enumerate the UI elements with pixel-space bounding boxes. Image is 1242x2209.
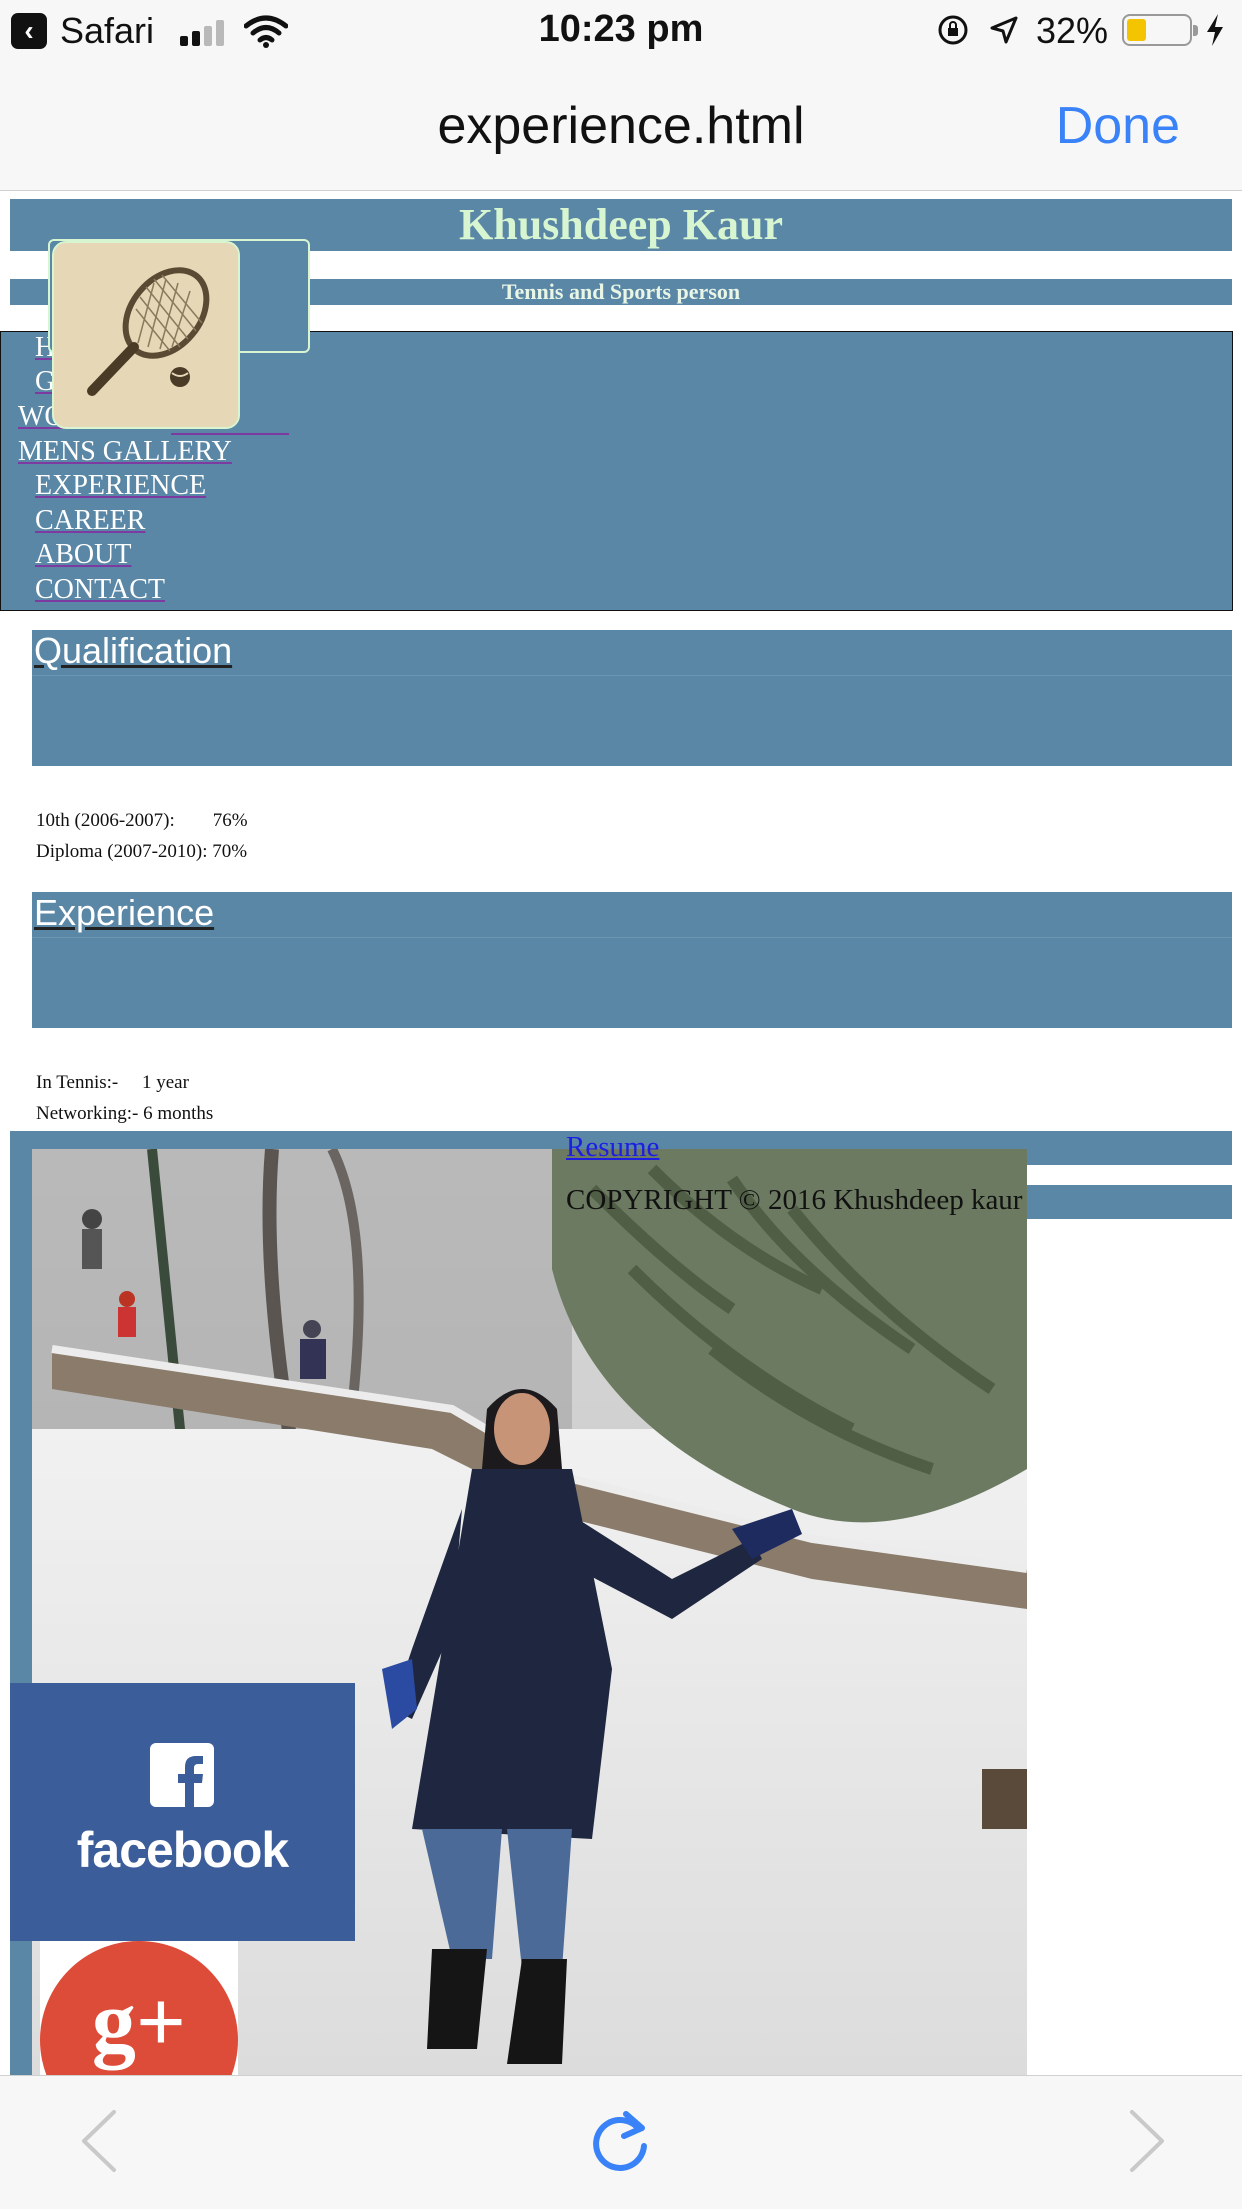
nav-link-underline	[171, 433, 289, 435]
forward-chevron-icon[interactable]	[1110, 2106, 1180, 2176]
facebook-label: facebook	[76, 1822, 290, 1878]
nav-link-experience[interactable]: EXPERIENCE	[35, 470, 206, 502]
divider	[32, 937, 1232, 938]
tennis-racket-icon	[54, 243, 238, 427]
reload-icon[interactable]	[586, 2106, 656, 2176]
battery-icon	[1122, 14, 1198, 46]
safari-toolbar	[0, 2075, 1242, 2209]
web-content: Khushdeep Kaur Tennis and Sports person …	[0, 191, 1242, 2075]
resume-link[interactable]: Resume	[566, 1131, 659, 1164]
qualification-title: Qualification	[34, 630, 233, 671]
nav-link-career[interactable]: CAREER	[35, 505, 145, 537]
battery-percent: 32%	[1036, 10, 1109, 51]
google-plus-icon: g+	[40, 1941, 238, 2075]
qualification-row: 10th (2006-2007): 76%	[36, 810, 248, 831]
svg-text:g+: g+	[92, 1974, 186, 2071]
done-button[interactable]: Done	[1056, 96, 1180, 156]
back-chevron-icon[interactable]	[66, 2106, 136, 2176]
google-plus-button[interactable]: g+	[40, 1941, 238, 2075]
tennis-racket-logo[interactable]	[52, 241, 240, 429]
charging-icon	[1207, 14, 1223, 46]
qualification-row: Diploma (2007-2010): 70%	[36, 841, 248, 862]
location-icon	[990, 16, 1018, 44]
experience-title: Experience	[34, 892, 215, 933]
divider	[32, 675, 1232, 676]
experience-row: In Tennis:- 1 year	[36, 1072, 189, 1093]
nav-link-mens-gallery[interactable]: MENS GALLERY	[18, 436, 232, 468]
experience-row: Networking:- 6 months	[36, 1103, 214, 1124]
nav-link-contact[interactable]: CONTACT	[35, 574, 165, 606]
safari-title-bar: experience.html Done	[0, 62, 1242, 191]
nav-link-about[interactable]: ABOUT	[35, 539, 131, 571]
facebook-button[interactable]: facebook	[10, 1683, 355, 1941]
facebook-f-icon	[150, 1743, 214, 1807]
status-bar: ‹ Safari 10:23 pm 32%	[0, 0, 1242, 62]
rotation-lock-icon	[938, 15, 968, 45]
copyright-text: COPYRIGHT © 2016 Khushdeep kaur	[566, 1184, 1023, 1216]
battery-level	[1127, 19, 1146, 41]
